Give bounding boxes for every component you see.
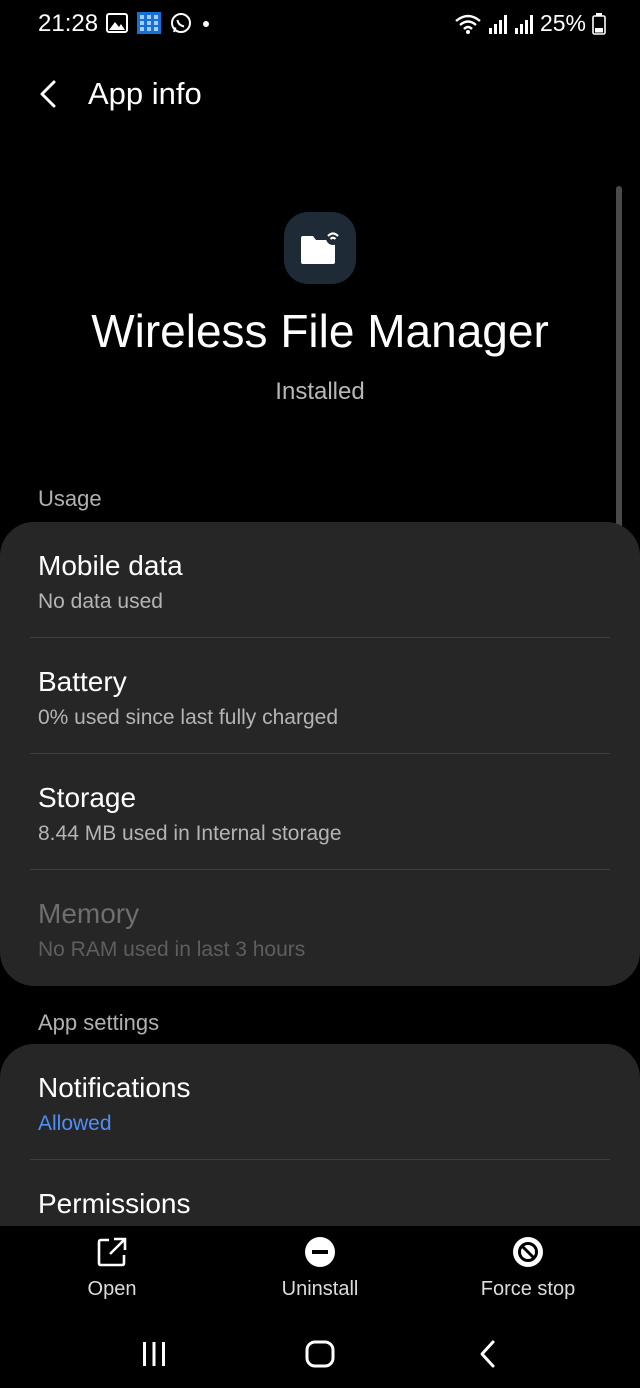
row-subtitle: Allowed <box>38 1112 112 1135</box>
signal-icon <box>488 13 508 35</box>
home-icon <box>305 1340 335 1368</box>
wifi-icon <box>454 13 482 35</box>
open-external-icon <box>97 1237 127 1267</box>
mobile-data-row[interactable]: Mobile data No data used <box>0 522 640 638</box>
chevron-left-icon <box>480 1340 495 1368</box>
gallery-icon <box>106 13 128 33</box>
action-label: Open <box>87 1278 137 1300</box>
page-title: App info <box>88 76 202 111</box>
battery-icon <box>592 12 606 35</box>
recent-apps-icon <box>143 1342 165 1366</box>
row-subtitle: 0% used since last fully charged <box>38 706 338 729</box>
app-grid-icon <box>137 12 161 34</box>
battery-row[interactable]: Battery 0% used since last fully charged <box>0 638 640 754</box>
block-icon <box>513 1237 543 1267</box>
status-bar: 21:28 25% <box>0 0 640 50</box>
action-bar: Open Uninstall Force stop <box>0 1226 640 1318</box>
row-title: Permissions <box>38 1188 191 1219</box>
open-button[interactable]: Open <box>22 1226 202 1318</box>
whatsapp-icon <box>170 12 192 34</box>
dot-icon <box>201 12 211 34</box>
navigation-bar <box>0 1318 640 1388</box>
row-subtitle: 8.44 MB used in Internal storage <box>38 822 342 845</box>
home-button[interactable] <box>290 1336 350 1372</box>
notification-icons <box>106 12 220 34</box>
row-title: Memory <box>38 898 140 929</box>
back-button[interactable] <box>26 74 70 114</box>
row-title: Mobile data <box>38 550 183 581</box>
recent-apps-button[interactable] <box>124 1336 184 1372</box>
chevron-left-icon <box>40 80 56 108</box>
folder-wireless-icon <box>284 212 356 284</box>
force-stop-button[interactable]: Force stop <box>438 1226 618 1318</box>
app-bar: App info <box>0 62 640 126</box>
minus-circle-icon <box>305 1237 335 1267</box>
nav-back-button[interactable] <box>458 1336 518 1372</box>
notifications-row[interactable]: Notifications Allowed <box>0 1044 640 1160</box>
row-title: Notifications <box>38 1072 191 1103</box>
memory-row: Memory No RAM used in last 3 hours <box>0 870 640 986</box>
row-subtitle: No RAM used in last 3 hours <box>38 938 306 961</box>
uninstall-button[interactable]: Uninstall <box>230 1226 410 1318</box>
system-icons: 25% <box>448 10 606 37</box>
section-label-app-settings: App settings <box>38 1010 160 1035</box>
usage-card: Mobile data No data used Battery 0% used… <box>0 522 640 986</box>
install-status: Installed <box>275 378 365 405</box>
row-subtitle: No data used <box>38 590 163 613</box>
action-label: Uninstall <box>281 1278 359 1300</box>
app-name: Wireless File Manager <box>91 305 549 357</box>
storage-row[interactable]: Storage 8.44 MB used in Internal storage <box>0 754 640 870</box>
row-title: Storage <box>38 782 137 813</box>
action-label: Force stop <box>480 1278 576 1300</box>
battery-percent: 25% <box>539 10 586 36</box>
section-label-usage: Usage <box>38 486 102 511</box>
signal-icon <box>514 13 534 35</box>
row-title: Battery <box>38 666 127 697</box>
status-time: 21:28 <box>38 10 99 37</box>
